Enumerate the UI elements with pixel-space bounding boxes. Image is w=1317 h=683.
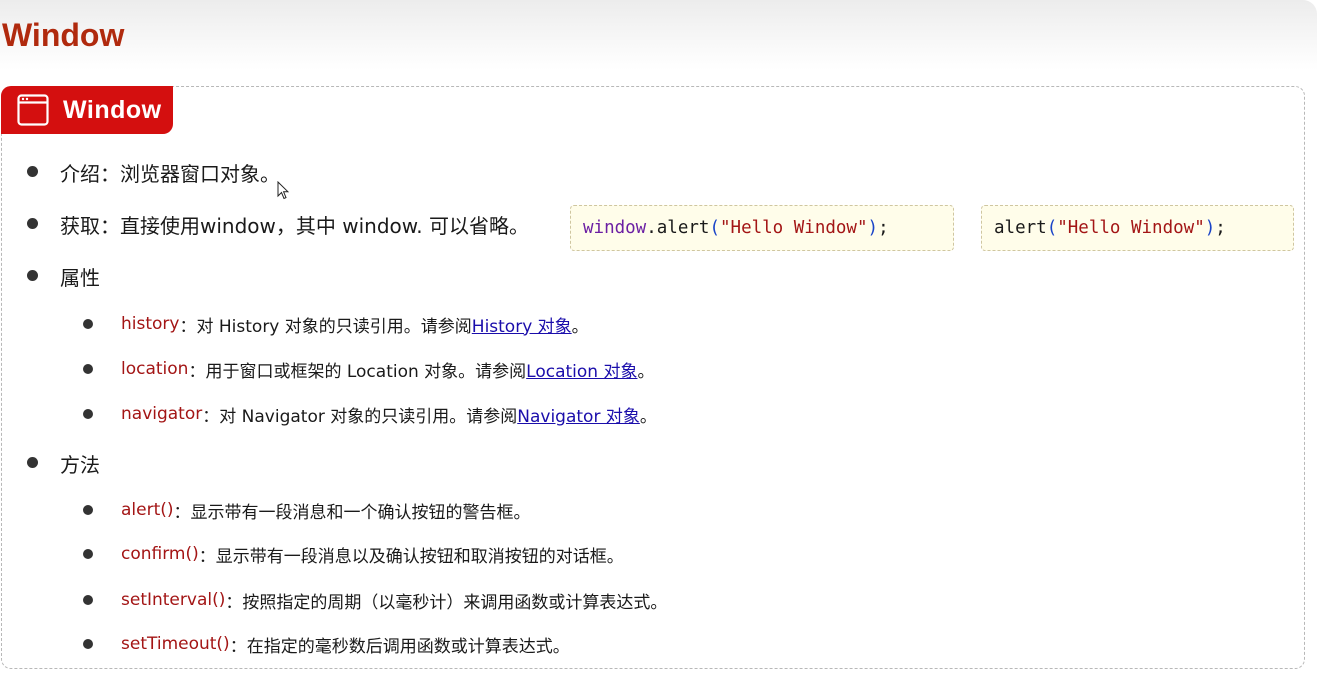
bullet (83, 549, 93, 559)
bullet (27, 457, 38, 468)
navigator-object-link[interactable]: Navigator 对象 (517, 402, 640, 427)
bullet (83, 409, 93, 419)
methods-heading: 方法 (60, 452, 100, 477)
bullet (83, 319, 93, 329)
method-name: setTimeout() (121, 634, 230, 654)
intro-line: 介绍： 浏览器窗口对象。 (60, 158, 280, 186)
property-name: location (121, 359, 189, 379)
top-background (0, 0, 1317, 70)
intro-text: 浏览器窗口对象。 (120, 161, 280, 186)
method-alert: alert()：显示带有一段消息和一个确认按钮的警告框。 (121, 500, 531, 523)
intro-label: 介绍： (60, 161, 120, 186)
location-object-link[interactable]: Location 对象 (526, 357, 637, 382)
access-line: 获取： 直接使用window，其中 window. 可以省略。 (60, 210, 529, 238)
property-name: history (121, 314, 180, 334)
window-icon (17, 94, 49, 126)
method-settimeout: setTimeout()：在指定的毫秒数后调用函数或计算表达式。 (121, 634, 570, 657)
method-name: setInterval() (121, 590, 226, 610)
method-name: alert() (121, 500, 174, 520)
panel-header-label: Window (63, 95, 162, 124)
bullet (83, 639, 93, 649)
access-text: 直接使用window，其中 window. 可以省略。 (120, 213, 529, 238)
code-example-window-alert: window. alert("Hello Window"); (570, 205, 954, 251)
bullet (27, 166, 38, 177)
property-location: location：用于窗口或框架的 Location 对象。请参阅 Locati… (121, 356, 654, 382)
property-navigator: navigator：对 Navigator 对象的只读引用。请参阅 Naviga… (121, 401, 657, 427)
bullet (83, 364, 93, 374)
history-object-link[interactable]: History 对象 (472, 312, 572, 337)
panel-header: Window (1, 86, 173, 134)
method-setinterval: setInterval()：按照指定的周期（以毫秒计）来调用函数或计算表达式。 (121, 590, 668, 613)
bullet (27, 270, 38, 281)
access-label: 获取： (60, 213, 120, 238)
mouse-pointer-icon (277, 181, 289, 200)
method-confirm: confirm()：显示带有一段消息以及确认按钮和取消按钮的对话框。 (121, 544, 624, 567)
bullet (83, 505, 93, 515)
property-name: navigator (121, 404, 203, 424)
property-history: history：对 History 对象的只读引用。请参阅 History 对象… (121, 311, 589, 337)
bullet (83, 595, 93, 605)
properties-heading: 属性 (60, 265, 100, 290)
page-title: Window (2, 17, 125, 53)
method-name: confirm() (121, 544, 199, 564)
bullet (27, 218, 38, 229)
code-example-alert: alert("Hello Window"); (981, 205, 1294, 251)
